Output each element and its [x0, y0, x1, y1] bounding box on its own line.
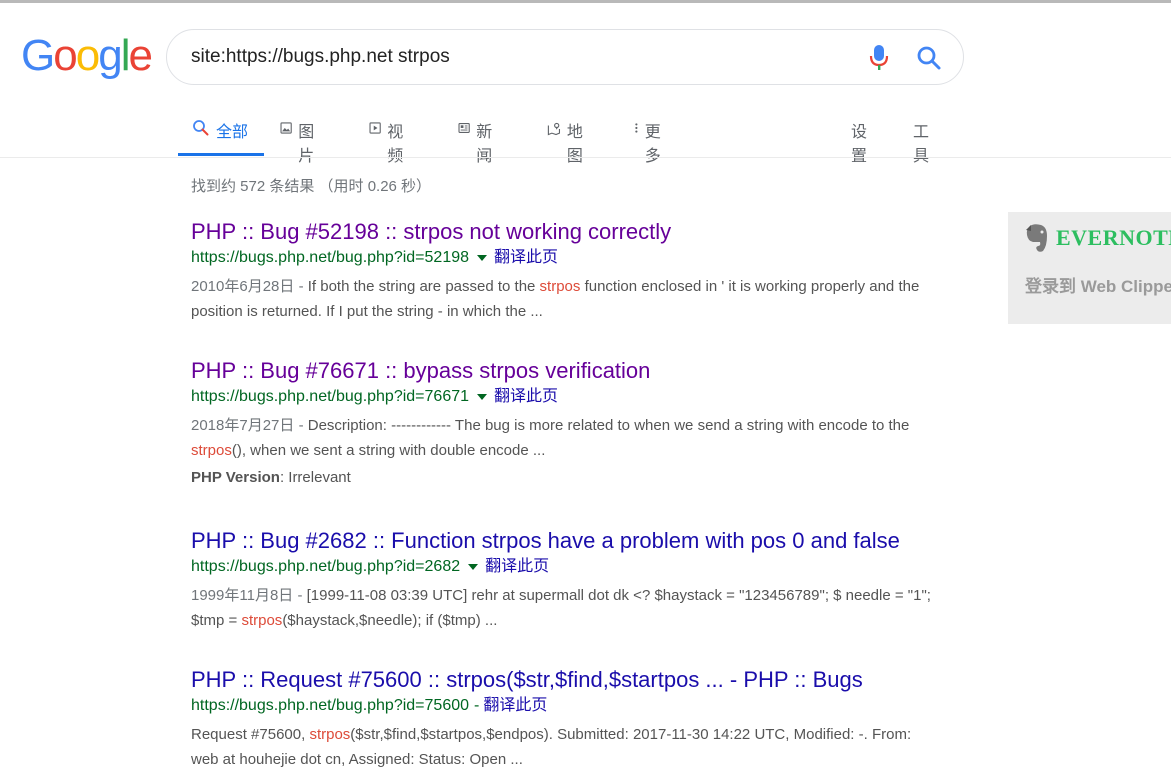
window-top-border [0, 0, 1171, 3]
logo-letter: o [53, 31, 78, 80]
dropdown-arrow-icon[interactable] [477, 394, 488, 400]
snippet-text: Request #75600, [191, 726, 310, 743]
logo-letter: e [128, 31, 153, 80]
search-result: PHP :: Bug #2682 :: Function strpos have… [191, 528, 951, 633]
map-icon [547, 122, 561, 136]
news-icon [458, 123, 470, 133]
result-title-link[interactable]: PHP :: Bug #52198 :: strpos not working … [191, 219, 951, 245]
result-url: https://bugs.php.net/bug.php?id=76671 [191, 388, 470, 405]
tools-link[interactable]: 工具 [913, 110, 929, 165]
tab-label: 全部 [216, 124, 249, 141]
tab-videos[interactable]: 视频 [369, 110, 409, 165]
snippet-text: Description: ------------ The bug is mor… [307, 417, 910, 434]
settings-link[interactable]: 设置 [851, 110, 867, 165]
tab-more[interactable]: 更多 [634, 110, 664, 165]
result-date: 2018年7月27日 - [191, 417, 308, 434]
result-url: https://bugs.php.net/bug.php?id=52198 [191, 249, 470, 266]
result-url: https://bugs.php.net/bug.php?id=2682 [191, 558, 461, 575]
result-stats: 找到约 572 条结果 （用时 0.26 秒） [191, 178, 432, 195]
snippet-text: If both the string are passed to the [307, 278, 540, 295]
evernote-logo: EVERNOTE [1024, 222, 1171, 254]
tabs-divider [0, 157, 1171, 158]
result-title-link[interactable]: PHP :: Bug #2682 :: Function strpos have… [191, 528, 951, 554]
result-snippet: 2018年7月27日 - Description: ------------ T… [191, 413, 931, 463]
image-icon [280, 122, 292, 134]
search-icon[interactable] [916, 45, 942, 71]
translate-link[interactable]: 翻译此页 [483, 696, 547, 716]
result-url-row: https://bugs.php.net/bug.php?id=75600 - … [191, 696, 951, 716]
tab-label: 更多 [644, 124, 661, 165]
tab-label: 视频 [387, 124, 404, 165]
result-date: 2010年6月28日 - [191, 278, 308, 295]
tab-label: 地图 [566, 124, 583, 165]
result-url-row: https://bugs.php.net/bug.php?id=2682 翻译此… [191, 557, 951, 577]
tab-label: 新闻 [476, 124, 493, 165]
logo-letter: g [98, 31, 123, 80]
result-url-row: https://bugs.php.net/bug.php?id=52198 翻译… [191, 248, 951, 268]
video-icon [369, 122, 381, 134]
result-title-link[interactable]: PHP :: Bug #76671 :: bypass strpos verif… [191, 358, 951, 384]
logo-letter: l [120, 31, 131, 80]
microphone-icon[interactable] [867, 44, 891, 72]
search-result: PHP :: Bug #52198 :: strpos not working … [191, 219, 951, 324]
result-url: https://bugs.php.net/bug.php?id=75600 [191, 697, 470, 714]
result-title-link[interactable]: PHP :: Request #75600 :: strpos($str,$fi… [191, 667, 951, 693]
tab-news[interactable]: 新闻 [458, 110, 498, 165]
evernote-clipper-panel[interactable]: EVERNOTE 登录到 Web Clipper [1008, 212, 1171, 324]
search-input[interactable] [191, 42, 831, 72]
result-date: 1999年11月8日 - [191, 587, 307, 604]
snippet-highlight: strpos [191, 442, 232, 459]
tab-label: 图片 [298, 124, 315, 165]
dropdown-arrow-icon[interactable] [468, 564, 479, 570]
snippet-highlight: strpos [539, 278, 581, 295]
tab-images[interactable]: 图片 [280, 110, 320, 165]
extra-value: : Irrelevant [279, 469, 351, 486]
snippet-highlight: strpos [241, 612, 283, 629]
snippet-text: (), when we sent a string with double en… [231, 442, 546, 459]
result-url-row: https://bugs.php.net/bug.php?id=76671 翻译… [191, 387, 951, 407]
tab-all[interactable]: 全部 [178, 110, 264, 156]
evernote-brand: EVERNOTE [1056, 225, 1171, 250]
more-vert-icon [635, 123, 638, 133]
search-result: PHP :: Request #75600 :: strpos($str,$fi… [191, 667, 951, 772]
logo-letter: o [75, 31, 101, 80]
tools-label: 工具 [913, 124, 930, 165]
result-extra-field: PHP Version: Irrelevant [191, 469, 951, 486]
logo-letter: G [21, 31, 55, 80]
snippet-highlight: strpos [309, 726, 351, 743]
settings-label: 设置 [851, 124, 868, 165]
evernote-login-text[interactable]: 登录到 Web Clipper [1025, 272, 1171, 297]
evernote-elephant-icon [1026, 224, 1047, 252]
search-icon [193, 120, 209, 136]
translate-link[interactable]: 翻译此页 [494, 387, 558, 407]
translate-link[interactable]: 翻译此页 [494, 248, 558, 268]
dropdown-arrow-icon[interactable] [477, 255, 488, 261]
google-logo[interactable]: Google [21, 31, 153, 80]
result-snippet: 1999年11月8日 - [1999-11-08 03:39 UTC] rehr… [191, 583, 931, 633]
search-box [166, 29, 964, 85]
result-snippet: Request #75600, strpos($str,$find,$start… [191, 722, 931, 772]
result-snippet: 2010年6月28日 - If both the string are pass… [191, 274, 931, 324]
snippet-text: ($haystack,$needle); if ($tmp) ... [282, 612, 498, 629]
url-separator: - [474, 697, 480, 714]
search-result: PHP :: Bug #76671 :: bypass strpos verif… [191, 358, 951, 486]
tab-maps[interactable]: 地图 [547, 110, 589, 165]
translate-link[interactable]: 翻译此页 [485, 557, 549, 577]
extra-label: PHP Version [191, 469, 280, 486]
